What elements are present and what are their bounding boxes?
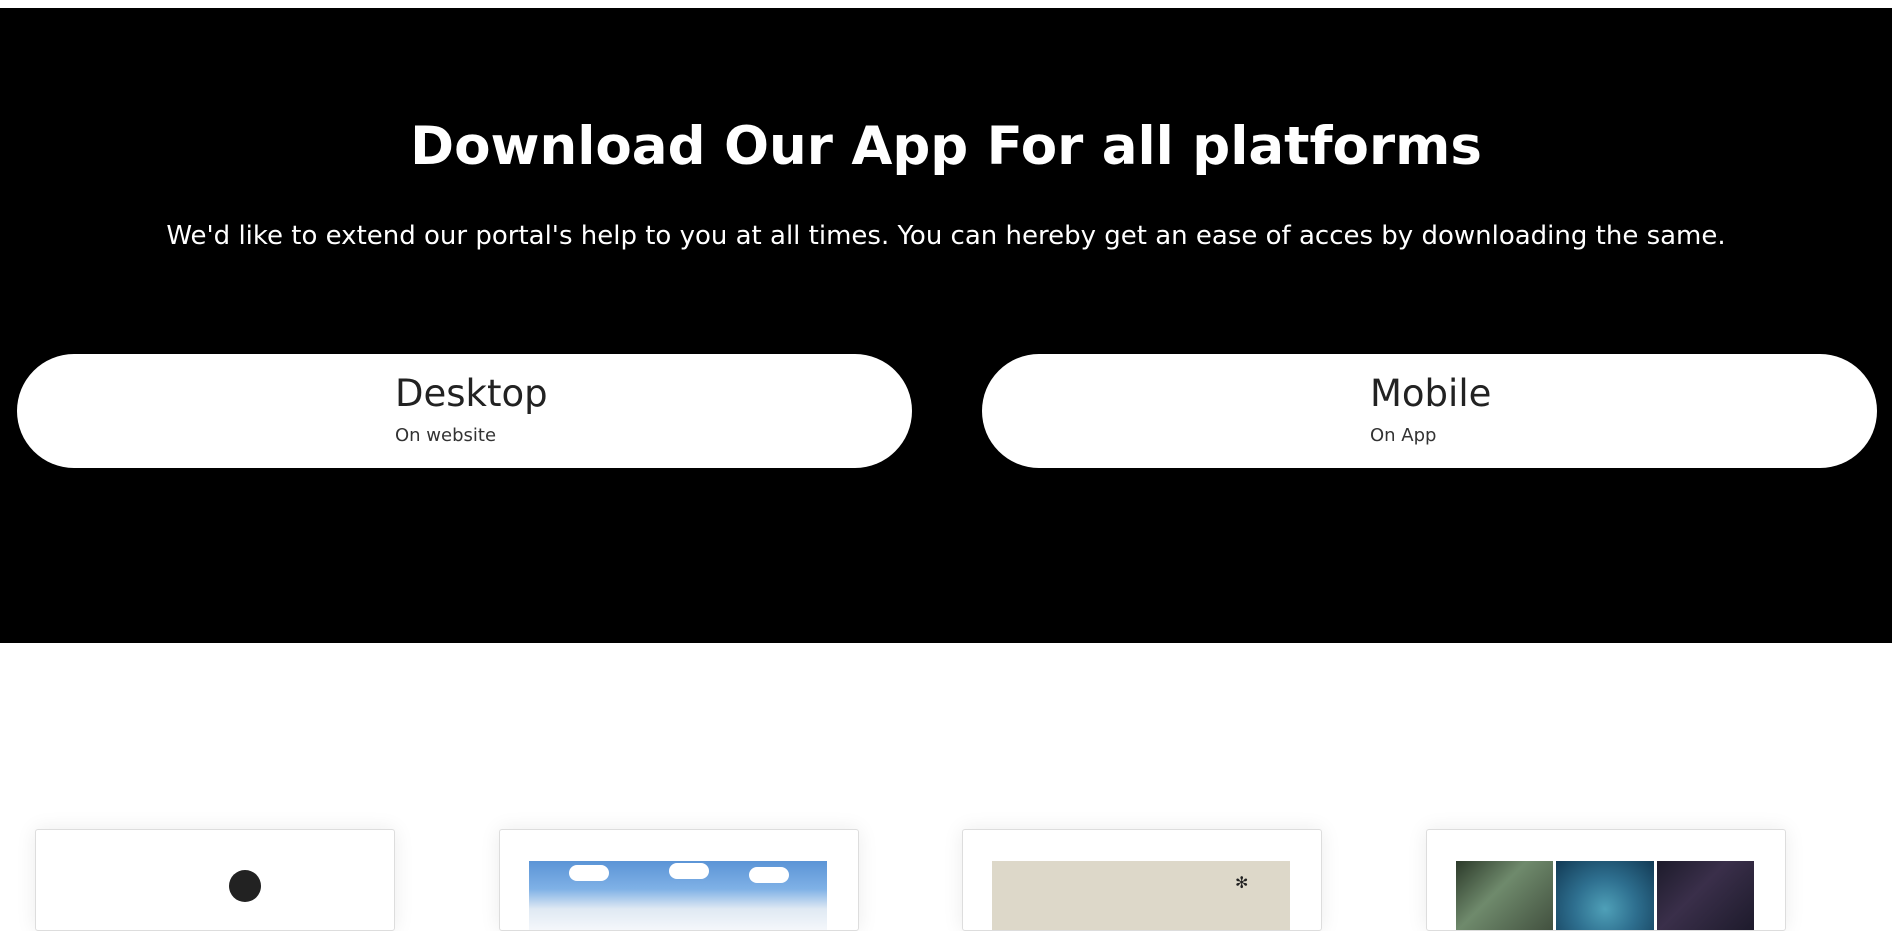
download-subtitle: We'd like to extend our portal's help to… — [166, 221, 1726, 251]
room-image: ✻ — [992, 861, 1290, 930]
mobile-option-subtitle: On App — [1370, 425, 1437, 446]
mobile-download-button[interactable]: Mobile On App — [982, 354, 1877, 468]
feature-card-1[interactable] — [35, 829, 395, 931]
desktop-download-button[interactable]: Desktop On website — [17, 354, 912, 468]
feature-card-4[interactable] — [1426, 829, 1786, 931]
desktop-option-subtitle: On website — [395, 425, 497, 446]
person-avatar-icon — [229, 870, 261, 902]
desktop-option-title: Desktop — [395, 372, 548, 415]
feature-card-3[interactable]: ✻ — [962, 829, 1322, 931]
feature-card-2[interactable] — [499, 829, 859, 931]
download-app-section: Download Our App For all platforms We'd … — [0, 8, 1892, 643]
download-title: Download Our App For all platforms — [410, 116, 1482, 177]
craft-collage-image — [1456, 861, 1754, 930]
sky-landscape-image — [529, 861, 827, 930]
mobile-option-title: Mobile — [1370, 372, 1492, 415]
figure-icon: ✻ — [1235, 873, 1249, 892]
